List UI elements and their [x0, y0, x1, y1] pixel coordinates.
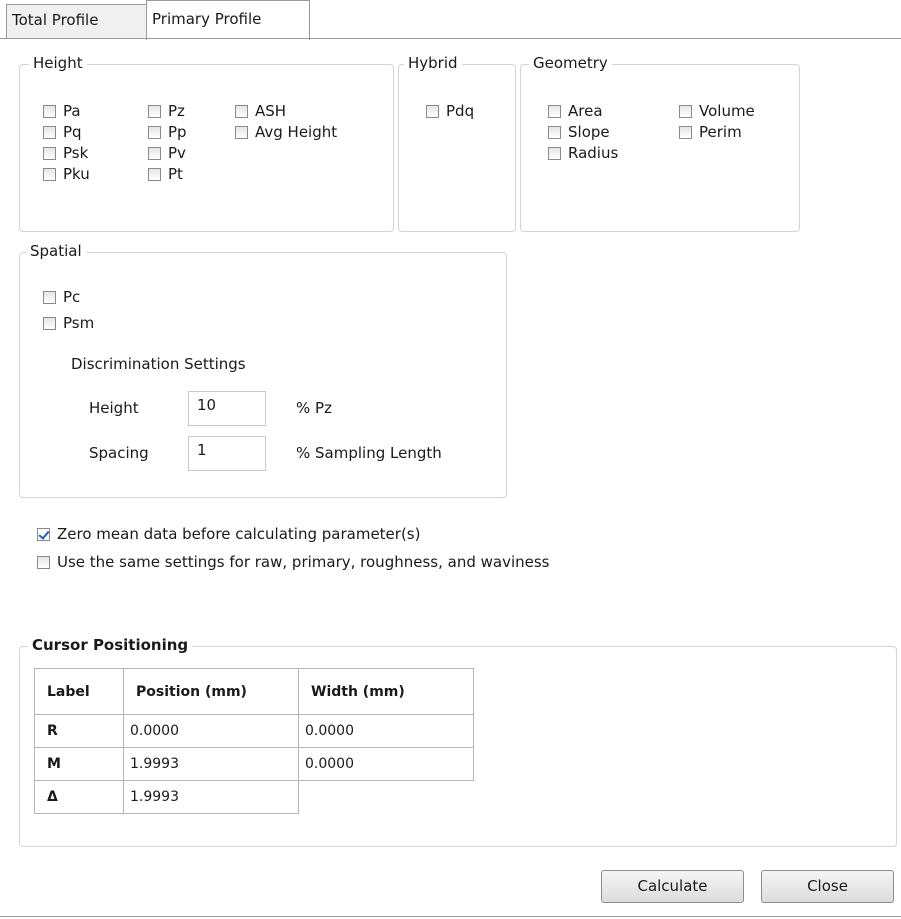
checkbox-label: ASH: [255, 102, 287, 120]
checkbox-same-settings[interactable]: Use the same settings for raw, primary, …: [37, 552, 549, 572]
checkbox-label: Pku: [63, 165, 90, 183]
checkbox-label: Slope: [568, 123, 610, 141]
checkbox-box[interactable]: [37, 527, 50, 541]
checkbox-box[interactable]: [43, 146, 56, 160]
checkbox-box[interactable]: [148, 125, 161, 139]
checkbox-label: Avg Height: [255, 123, 338, 141]
checkbox-zero-mean[interactable]: Zero mean data before calculating parame…: [37, 524, 420, 544]
width-cell[interactable]: 0.0000: [298, 714, 474, 748]
checkbox-box[interactable]: [43, 316, 56, 330]
checkbox-pa[interactable]: Pa: [43, 101, 81, 121]
checkbox-box[interactable]: [548, 104, 561, 118]
checkbox-pdq[interactable]: Pdq: [426, 101, 474, 121]
column-header-position: Position (mm): [123, 668, 299, 715]
height-setting-label: Height: [89, 399, 139, 417]
checkbox-box[interactable]: [148, 104, 161, 118]
checkbox-label: Psk: [63, 144, 89, 162]
checkbox-label: Pq: [63, 123, 82, 141]
close-button[interactable]: Close: [761, 870, 894, 903]
tab-total-profile[interactable]: Total Profile: [6, 4, 147, 38]
checkbox-ash[interactable]: ASH: [235, 101, 286, 121]
checkbox-psk[interactable]: Psk: [43, 143, 88, 163]
checkbox-area[interactable]: Area: [548, 101, 603, 121]
cursor-positioning-title: Cursor Positioning: [28, 635, 193, 655]
table-row: Δ 1.9993: [34, 780, 474, 814]
checkbox-box[interactable]: [548, 125, 561, 139]
calculate-button[interactable]: Calculate: [601, 870, 744, 903]
tab-primary-profile[interactable]: Primary Profile: [146, 0, 310, 40]
checkbox-pq[interactable]: Pq: [43, 122, 82, 142]
checkbox-label: Pv: [168, 144, 186, 162]
geometry-group-title: Geometry: [529, 53, 612, 73]
height-setting-unit: % Pz: [296, 399, 332, 417]
checkbox-box[interactable]: [679, 104, 692, 118]
spacing-setting-unit: % Sampling Length: [296, 444, 442, 462]
checkbox-perim[interactable]: Perim: [679, 122, 742, 142]
hybrid-group: Hybrid: [398, 53, 516, 232]
checkbox-box[interactable]: [235, 125, 248, 139]
empty-cell: [299, 781, 474, 814]
spacing-setting-label: Spacing: [89, 444, 149, 462]
column-header-width: Width (mm): [298, 668, 474, 715]
discrimination-settings-title: Discrimination Settings: [71, 355, 246, 373]
checkbox-label: Pt: [168, 165, 183, 183]
row-label: Δ: [34, 780, 124, 814]
checkbox-box[interactable]: [37, 555, 50, 569]
checkbox-pv[interactable]: Pv: [148, 143, 186, 163]
checkbox-pt[interactable]: Pt: [148, 164, 183, 184]
checkbox-pz[interactable]: Pz: [148, 101, 185, 121]
checkbox-box[interactable]: [679, 125, 692, 139]
checkbox-label: Radius: [568, 144, 619, 162]
checkbox-slope[interactable]: Slope: [548, 122, 610, 142]
height-group-title: Height: [29, 53, 87, 73]
checkbox-label: Psm: [63, 314, 95, 332]
checkbox-label: Pp: [168, 123, 187, 141]
column-header-label: Label: [34, 668, 124, 715]
position-cell[interactable]: 1.9993: [123, 780, 299, 814]
checkbox-avg-height[interactable]: Avg Height: [235, 122, 337, 142]
checkbox-pku[interactable]: Pku: [43, 164, 90, 184]
height-setting-input[interactable]: 10: [188, 391, 266, 426]
checkbox-box[interactable]: [43, 104, 56, 118]
checkbox-label: Perim: [699, 123, 742, 141]
hybrid-group-title: Hybrid: [404, 53, 462, 73]
bottom-divider: [0, 916, 901, 917]
tab-total-profile-label: Total Profile: [12, 11, 99, 29]
table-row: M 1.9993 0.0000: [34, 747, 474, 781]
row-label: M: [34, 747, 124, 781]
checkbox-label: Volume: [699, 102, 755, 120]
checkbox-volume[interactable]: Volume: [679, 101, 755, 121]
checkbox-box[interactable]: [548, 146, 561, 160]
checkbox-radius[interactable]: Radius: [548, 143, 618, 163]
checkbox-pp[interactable]: Pp: [148, 122, 187, 142]
checkbox-box[interactable]: [148, 167, 161, 181]
checkbox-box[interactable]: [43, 290, 56, 304]
table-row: R 0.0000 0.0000: [34, 714, 474, 748]
tab-strip-border: [0, 38, 901, 39]
checkbox-label: Pa: [63, 102, 81, 120]
checkbox-label: Pz: [168, 102, 185, 120]
checkbox-box[interactable]: [426, 104, 439, 118]
checkbox-pc[interactable]: Pc: [43, 287, 80, 307]
position-cell[interactable]: 0.0000: [123, 714, 299, 748]
checkbox-psm[interactable]: Psm: [43, 313, 94, 333]
spatial-group-title: Spatial: [26, 241, 86, 261]
checkbox-label: Zero mean data before calculating parame…: [57, 525, 421, 543]
cursor-table-header-row: Label Position (mm) Width (mm): [34, 668, 474, 715]
cursor-table: Label Position (mm) Width (mm) R 0.0000 …: [34, 668, 474, 814]
checkbox-box[interactable]: [43, 125, 56, 139]
spacing-setting-input[interactable]: 1: [188, 436, 266, 471]
checkbox-label: Use the same settings for raw, primary, …: [57, 553, 550, 571]
checkbox-label: Pdq: [446, 102, 475, 120]
checkbox-label: Pc: [63, 288, 81, 306]
width-cell[interactable]: 0.0000: [298, 747, 474, 781]
tab-primary-profile-label: Primary Profile: [152, 10, 262, 28]
checkbox-box[interactable]: [43, 167, 56, 181]
checkbox-box[interactable]: [148, 146, 161, 160]
checkbox-box[interactable]: [235, 104, 248, 118]
checkbox-label: Area: [568, 102, 603, 120]
row-label: R: [34, 714, 124, 748]
position-cell[interactable]: 1.9993: [123, 747, 299, 781]
